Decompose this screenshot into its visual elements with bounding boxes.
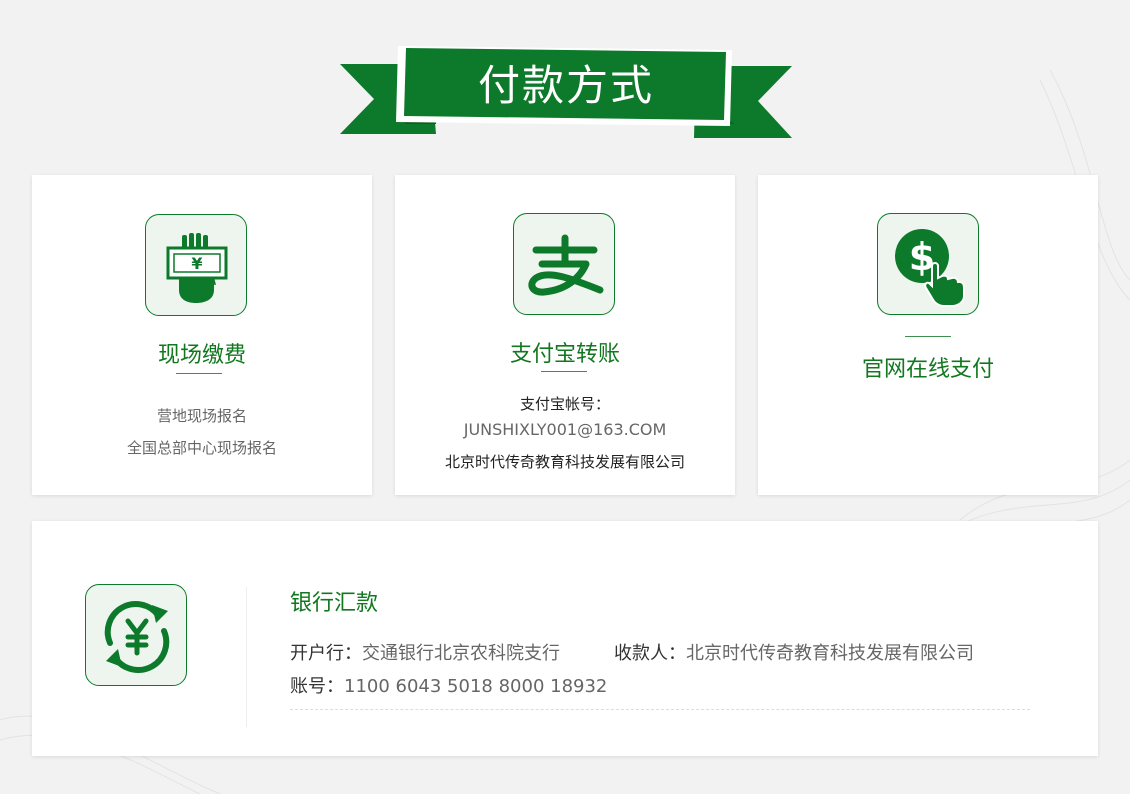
dashed-divider [290,709,1030,710]
title-divider [176,373,222,374]
svg-text:¥: ¥ [191,254,202,273]
card-title: 官网在线支付 [861,357,994,382]
account-row: 账号：1100 6043 5018 8000 18932 [290,672,607,698]
bank-name-value: 交通银行北京农科院支行 [362,643,560,664]
yuan-exchange-icon [104,601,170,673]
card-line: 全国总部中心现场报名 [126,439,277,457]
page-title: 付款方式 [477,61,654,110]
payment-card-online: $ 官网在线支付 [758,175,1098,495]
header-ribbon: 付款方式 [340,44,792,140]
icon-frame [85,584,187,686]
account-value: 1100 6043 5018 8000 18932 [344,676,608,697]
alipay-company-name: 北京时代传奇教育科技发展有限公司 [444,453,685,471]
payment-card-alipay: 支付宝转账 支付宝帐号： JUNSHIXLY001@163.COM 北京时代传奇… [395,175,735,495]
card-line: 营地现场报名 [156,407,247,425]
title-divider [905,336,951,337]
hand-cash-icon: ¥ [166,233,228,303]
payee-row: 收款人：北京时代传奇教育科技发展有限公司 [614,639,974,665]
bank-section-title: 银行汇款 [290,591,379,616]
title-divider [541,371,587,372]
payee-value: 北京时代传奇教育科技发展有限公司 [686,643,974,664]
card-title: 现场缴费 [157,343,246,368]
vertical-separator [246,587,247,727]
payment-card-onsite: ¥ 现场缴费 营地现场报名 全国总部中心现场报名 [32,175,372,495]
bank-name-row: 开户行：交通银行北京农科院支行 [290,639,560,665]
dollar-click-icon: $ [895,229,965,307]
alipay-icon [528,234,604,296]
icon-frame: $ [877,213,979,315]
icon-frame [513,213,615,315]
bank-name-label: 开户行： [290,643,362,664]
payment-card-bank: 银行汇款 开户行：交通银行北京农科院支行 收款人：北京时代传奇教育科技发展有限公… [32,521,1098,756]
account-label: 账号： [290,676,344,697]
icon-frame: ¥ [145,214,247,316]
card-title: 支付宝转账 [509,342,620,367]
alipay-account-value: JUNSHIXLY001@163.COM [463,420,667,439]
alipay-account-label: 支付宝帐号： [519,395,610,413]
payee-label: 收款人： [614,643,686,664]
